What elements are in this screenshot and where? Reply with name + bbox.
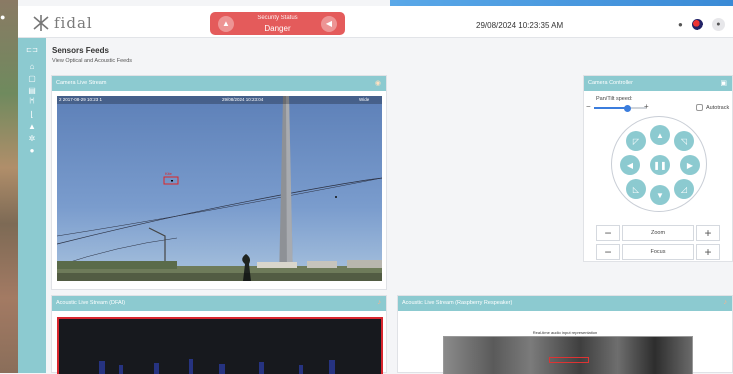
ptz-direction-pad: ◸ ▲ ◹ ◀ ❚❚ ▶ ◺ ▼ ◿ xyxy=(611,116,707,212)
mute-icon[interactable]: ◀ xyxy=(321,15,337,32)
monitor-icon[interactable]: ▢ xyxy=(18,74,46,83)
user-icon: ● xyxy=(0,12,6,22)
header-actions: ● ● xyxy=(678,18,725,31)
gamepad-icon: ▣ xyxy=(720,80,727,87)
collapse-sidebar-icon[interactable]: ⊏⊐ xyxy=(18,46,46,54)
down-right-arrow-icon[interactable]: ◿ xyxy=(674,179,694,199)
speed-decrease-icon[interactable]: − xyxy=(586,102,591,111)
dfai-spectrogram xyxy=(57,317,383,374)
page-subtitle: View Optical and Acoustic Feeds xyxy=(52,58,132,64)
record-icon[interactable]: ◉ xyxy=(375,79,381,87)
language-flag-icon[interactable] xyxy=(691,19,703,30)
controller-panel-title: Camera Controller xyxy=(588,80,633,86)
autotrack-toggle[interactable]: Autotrack xyxy=(696,104,729,111)
focus-label: Focus xyxy=(622,244,694,260)
logo-mark-icon xyxy=(32,14,50,32)
microphone-icon[interactable]: ♪ xyxy=(724,299,728,306)
zoom-control: − Zoom + xyxy=(596,225,720,241)
background-window-strip xyxy=(0,0,18,373)
pan-tilt-speed-label: Pan/Tilt speed: xyxy=(596,96,633,102)
sensors-icon[interactable]: |•| xyxy=(18,98,46,104)
down-arrow-icon[interactable]: ▼ xyxy=(650,185,670,205)
account-icon[interactable]: ● xyxy=(711,18,725,31)
audio-highlight-region xyxy=(549,357,589,363)
autotrack-label: Autotrack xyxy=(706,104,730,111)
zoom-label: Zoom xyxy=(622,225,694,241)
app-logo[interactable]: fidal xyxy=(32,12,112,34)
detection-label: Kite xyxy=(165,171,172,176)
focus-out-button[interactable]: − xyxy=(596,244,620,260)
stop-pause-icon[interactable]: ❚❚ xyxy=(650,155,670,175)
slider-fill xyxy=(594,107,628,109)
osd-left-text: 2 2017-08-29 10:23 1 xyxy=(59,97,103,102)
microphone-icon[interactable]: ♪ xyxy=(378,299,382,306)
autotrack-checkbox[interactable] xyxy=(696,104,703,111)
up-right-arrow-icon[interactable]: ◹ xyxy=(674,131,694,151)
down-left-arrow-icon[interactable]: ◺ xyxy=(626,179,646,199)
left-arrow-icon[interactable]: ◀ xyxy=(620,155,640,175)
slider-handle[interactable] xyxy=(624,104,632,112)
speed-increase-icon[interactable]: + xyxy=(644,102,649,111)
up-arrow-icon[interactable]: ▲ xyxy=(650,125,670,145)
settings-icon[interactable]: ✲ xyxy=(18,134,46,143)
camera-stream-panel: Camera Live Stream ◉ 2 2017-08-29 10:23 … xyxy=(51,75,387,290)
acoustic-respeaker-header: Acoustic Live Stream (Raspberry Respeake… xyxy=(398,296,732,311)
camera-video-feed[interactable]: 2 2017-08-29 10:23 1 29/08/2024 10:23:04… xyxy=(57,96,382,281)
osd-zoom-mode: Wide xyxy=(359,97,370,102)
camera-controller-panel: Camera Controller ▣ Pan/Tilt speed: − + … xyxy=(583,75,733,262)
chart-icon[interactable]: ⌊ xyxy=(18,110,46,119)
security-status-badge[interactable]: ▲ Security Status Danger ◀ xyxy=(210,12,345,35)
home-icon[interactable]: ⌂ xyxy=(18,62,46,71)
pan-tilt-speed-slider[interactable] xyxy=(594,104,646,112)
current-datetime: 29/08/2024 10:23:35 AM xyxy=(476,21,564,30)
osd-timestamp: 29/08/2024 10:23:04 xyxy=(222,97,264,102)
acoustic-respeaker-title: Acoustic Live Stream (Raspberry Respeake… xyxy=(402,300,513,306)
sidebar: ⊏⊐ ⌂ ▢ ▤ |•| ⌊ ▲ ✲ ● xyxy=(18,38,46,373)
logo-text: fidal xyxy=(54,14,93,32)
audio-spectrogram-plot xyxy=(443,336,693,374)
acoustic-dfai-panel: Acoustic Live Stream (DFAI) ♪ xyxy=(51,295,387,374)
up-left-arrow-icon[interactable]: ◸ xyxy=(626,131,646,151)
controller-panel-header: Camera Controller ▣ xyxy=(584,76,732,91)
camera-panel-header: Camera Live Stream ◉ xyxy=(52,76,386,91)
acoustic-dfai-header: Acoustic Live Stream (DFAI) ♪ xyxy=(52,296,386,311)
profile-icon[interactable]: ● xyxy=(18,146,46,155)
top-header xyxy=(18,6,733,38)
focus-in-button[interactable]: + xyxy=(696,244,720,260)
alerts-icon[interactable]: ▲ xyxy=(18,122,46,131)
focus-control: − Focus + xyxy=(596,244,720,260)
camera-panel-title: Camera Live Stream xyxy=(56,80,107,86)
zoom-in-button[interactable]: + xyxy=(696,225,720,241)
map-icon[interactable]: ▤ xyxy=(18,86,46,95)
audio-plot-title: Real-time audio input representation xyxy=(532,330,598,335)
acoustic-dfai-title: Acoustic Live Stream (DFAI) xyxy=(56,300,126,306)
page-title: Sensors Feeds xyxy=(52,46,109,55)
right-arrow-icon[interactable]: ▶ xyxy=(680,155,700,175)
bell-icon[interactable]: ● xyxy=(678,20,683,29)
zoom-out-button[interactable]: − xyxy=(596,225,620,241)
acoustic-respeaker-panel: Acoustic Live Stream (Raspberry Respeake… xyxy=(397,295,733,374)
